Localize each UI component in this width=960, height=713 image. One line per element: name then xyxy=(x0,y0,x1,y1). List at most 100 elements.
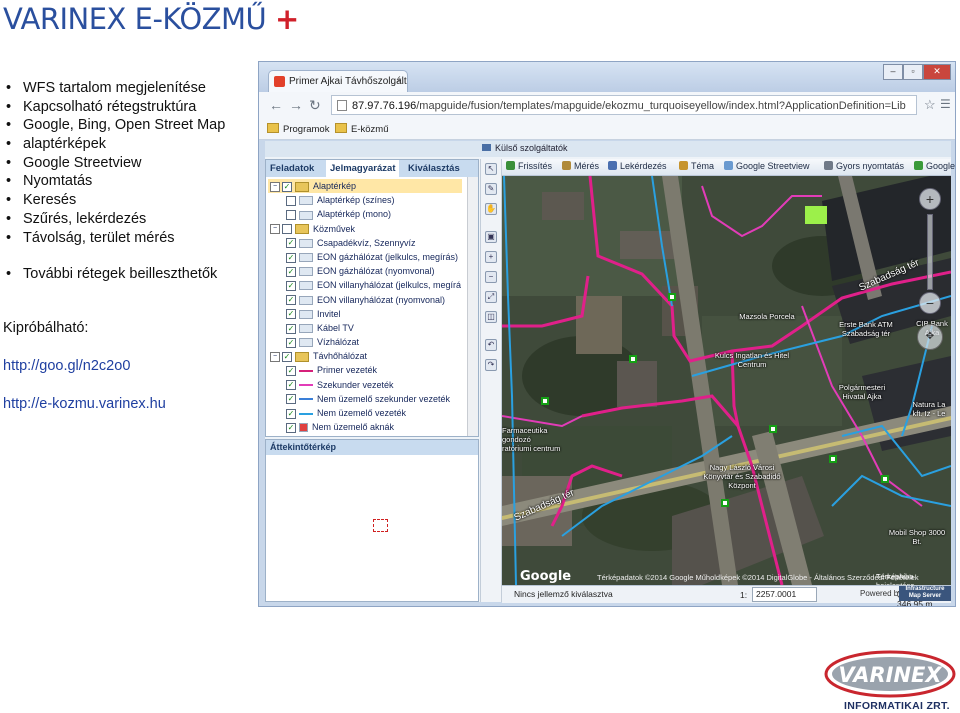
tab-feladatok[interactable]: Feladatok xyxy=(270,160,314,177)
tool-refresh[interactable]: Frissítés xyxy=(506,161,552,171)
overview-extent[interactable] xyxy=(373,519,388,532)
layer-checkbox[interactable]: ✓ xyxy=(286,380,296,391)
tool-label: Google Streetview xyxy=(736,161,810,171)
layer-group[interactable]: − ✓ Távhőhálózat xyxy=(268,349,462,363)
layer-item[interactable]: ✓ Csapadékvíz, Szennyvíz xyxy=(268,236,462,250)
maximize-button[interactable]: ▫ xyxy=(903,64,923,80)
tool-streetview[interactable]: Google Streetview xyxy=(724,161,810,171)
url-host: 87.97.76.196 xyxy=(352,100,417,112)
tool-label: Téma xyxy=(691,161,715,171)
layer-label: Nem üzemelő vezeték xyxy=(317,408,407,418)
close-window-button[interactable]: ✕ xyxy=(923,64,951,80)
layer-item[interactable]: Alaptérkép (mono) xyxy=(268,207,462,221)
short-link[interactable]: http://goo.gl/n2c2o0 xyxy=(3,358,130,374)
layer-checkbox[interactable] xyxy=(286,210,296,220)
zoom-plus-button[interactable]: + xyxy=(919,188,941,210)
layer-checkbox[interactable]: ✓ xyxy=(286,238,296,249)
pan-hand-icon[interactable]: ✋ xyxy=(485,203,497,215)
layer-checkbox[interactable] xyxy=(282,224,292,235)
tool-query[interactable]: Lekérdezés xyxy=(608,161,667,171)
edit-pen-icon[interactable]: ✎ xyxy=(485,183,497,195)
expand-icon[interactable]: − xyxy=(270,181,280,192)
layer-item[interactable]: ✓ Nem üzemelő aknák xyxy=(268,420,462,434)
legend-scrollbar[interactable] xyxy=(467,177,478,436)
tab-close-icon[interactable]: × xyxy=(396,71,402,93)
menu-icon[interactable]: ☰ xyxy=(940,97,951,111)
layer-item[interactable]: Alaptérkép (színes) xyxy=(268,193,462,207)
layer-item[interactable]: ✓ EON villanyhálózat (jelkulcs, megírá xyxy=(268,278,462,292)
tool-label: Lekérdezés xyxy=(620,161,667,171)
star-icon[interactable]: ☆ xyxy=(924,97,936,113)
pan-compass-icon[interactable]: ✥ xyxy=(917,324,943,350)
tool-measure[interactable]: Mérés xyxy=(562,161,599,171)
layer-checkbox[interactable]: ✓ xyxy=(286,252,296,263)
layer-group[interactable]: − Közművek xyxy=(268,222,462,236)
scale-input[interactable]: 2257.0001 xyxy=(752,587,817,602)
zoom-slider[interactable] xyxy=(927,214,933,290)
map-label: Polgármesteri Hivatal Ajka xyxy=(838,383,886,401)
layer-item[interactable]: ✓ EON gázhálózat (jelkulcs, megírás) xyxy=(268,250,462,264)
tool-quickprint[interactable]: Gyors nyomtatás xyxy=(824,161,904,171)
forward-arrow-icon[interactable]: → xyxy=(289,97,303,113)
layer-checkbox[interactable]: ✓ xyxy=(286,408,296,419)
url-input[interactable]: 87.97.76.196/mapguide/fusion/templates/m… xyxy=(331,95,917,115)
layer-checkbox[interactable]: ✓ xyxy=(286,422,296,433)
layer-checkbox[interactable]: ✓ xyxy=(282,351,292,362)
layer-checkbox[interactable]: ✓ xyxy=(286,394,296,405)
layer-legend-icon xyxy=(299,338,313,348)
layer-item[interactable]: ✓ Nem üzemelő vezeték xyxy=(268,406,462,420)
layer-checkbox[interactable]: ✓ xyxy=(286,295,296,306)
back-arrow-icon[interactable]: ← xyxy=(269,97,283,113)
line-legend-icon xyxy=(299,412,313,415)
folder-icon xyxy=(295,351,309,362)
layer-item[interactable]: ✓ Primer vezeték xyxy=(268,363,462,377)
select-arrow-icon[interactable]: ↖ xyxy=(485,163,497,175)
layer-checkbox[interactable]: ✓ xyxy=(286,337,296,348)
zoom-in-icon[interactable]: + xyxy=(485,251,497,263)
reload-icon[interactable]: ↻ xyxy=(309,97,321,114)
layer-group[interactable]: − ✓ Alaptérkép xyxy=(268,179,462,194)
layer-item[interactable]: ✓ Kábel TV xyxy=(268,321,462,335)
overview-icon[interactable]: ◫ xyxy=(485,311,497,323)
layer-label: Távhőhálózat xyxy=(313,351,368,362)
layer-item[interactable]: ✓ Invitel xyxy=(268,307,462,321)
expand-icon[interactable]: − xyxy=(270,351,280,362)
browser-tab[interactable]: Primer Ajkai Távhőszolgált × xyxy=(268,70,408,92)
theme-icon xyxy=(679,161,688,170)
next-view-icon[interactable]: ↷ xyxy=(485,359,497,371)
tool-theme[interactable]: Téma xyxy=(679,161,714,171)
layer-checkbox[interactable]: ✓ xyxy=(286,309,296,320)
layer-item[interactable]: ✓ Nem üzemelő szekunder vezeték xyxy=(268,392,462,406)
layer-checkbox[interactable] xyxy=(286,195,296,206)
extent-icon[interactable]: ⤢ xyxy=(485,291,497,303)
layer-checkbox[interactable]: ✓ xyxy=(286,323,296,334)
layer-item[interactable]: ✓ Szekunder vezeték xyxy=(268,378,462,392)
layer-checkbox[interactable]: ✓ xyxy=(286,280,296,291)
bookmark-programok[interactable]: Programok xyxy=(267,123,329,135)
scale-prefix: 1: xyxy=(740,590,748,600)
legend-panel: Feladatok Jelmagyarázat Kiválasztás − ✓ Al… xyxy=(265,159,479,437)
map-imagery xyxy=(502,176,951,585)
layer-item[interactable]: ✓Aknák xyxy=(268,434,462,436)
minimize-button[interactable]: – xyxy=(883,64,903,80)
map-canvas[interactable]: Szabadság tér Mazsola Porcela Erste Bank… xyxy=(502,176,951,585)
tab-kivalasztas[interactable]: Kiválasztás xyxy=(408,160,460,177)
zoom-minus-button[interactable]: − xyxy=(919,292,941,314)
zoom-rect-icon[interactable]: ▣ xyxy=(485,231,497,243)
layer-checkbox[interactable]: ✓ xyxy=(282,181,292,192)
external-services[interactable]: Külső szolgáltatók xyxy=(482,143,568,153)
layer-checkbox[interactable]: ✓ xyxy=(286,266,296,277)
site-link[interactable]: http://e-kozmu.varinex.hu xyxy=(3,396,166,412)
expand-icon[interactable]: − xyxy=(270,224,280,235)
zoom-out-icon[interactable]: − xyxy=(485,271,497,283)
bookmark-ekozmu[interactable]: E-közmű xyxy=(335,123,388,135)
layer-item[interactable]: ✓ EON gázhálózat (nyomvonal) xyxy=(268,264,462,278)
layer-checkbox[interactable]: ✓ xyxy=(286,366,296,377)
logo-swoosh: VARINEX xyxy=(824,650,956,698)
tab-jelmagyarazat[interactable]: Jelmagyarázat xyxy=(326,160,400,177)
previous-view-icon[interactable]: ↶ xyxy=(485,339,497,351)
layer-item[interactable]: ✓ Vízhálózat xyxy=(268,335,462,349)
layer-item[interactable]: ✓ EON villanyhálózat (nyomvonal) xyxy=(268,293,462,307)
address-bar: ← → ↻ 87.97.76.196/mapguide/fusion/templ… xyxy=(259,92,955,121)
tool-google-earth[interactable]: Google ke xyxy=(914,161,955,171)
